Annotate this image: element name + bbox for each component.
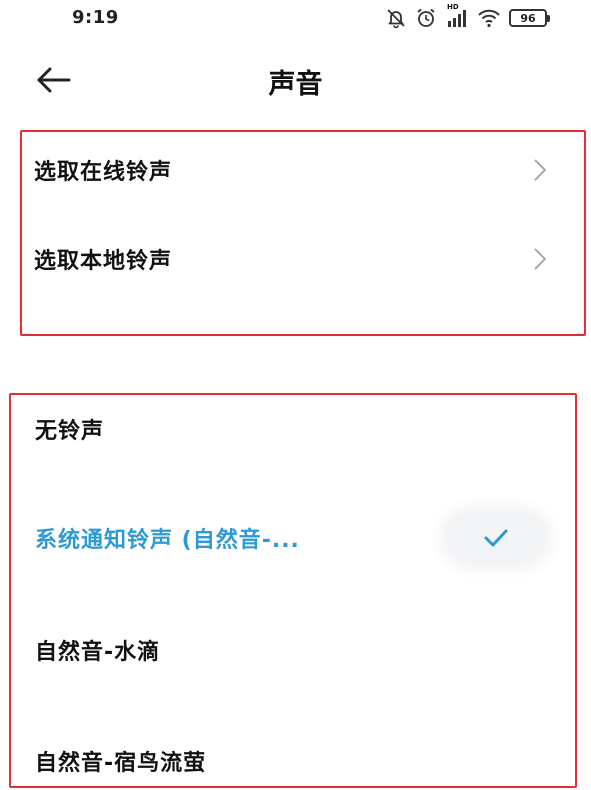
ringtone-item-water-drop[interactable]: 自然音-水滴 (11, 620, 575, 680)
chevron-right-icon (534, 248, 546, 270)
chevron-right-icon (534, 159, 546, 181)
online-ringtone-label: 选取在线铃声 (34, 160, 173, 185)
ringtone-source-section: 选取在线铃声 选取本地铃声 (20, 130, 586, 336)
ringtone-item-system-notification[interactable]: 系统通知铃声 (自然音-... (11, 508, 575, 568)
ringtone-label: 系统通知铃声 (自然音-... (35, 528, 300, 553)
alarm-icon (415, 7, 437, 29)
ringtone-label: 自然音-宿鸟流萤 (35, 751, 207, 776)
local-ringtone-item[interactable]: 选取本地铃声 (22, 229, 584, 289)
ringtone-label: 自然音-水滴 (35, 640, 161, 665)
battery-icon: 96 (509, 9, 550, 27)
status-bar: 9:19 HD 96 (0, 0, 591, 40)
ringtone-item-fireflies[interactable]: 自然音-宿鸟流萤 (11, 731, 575, 790)
signal-icon: HD (445, 3, 469, 29)
local-ringtone-label: 选取本地铃声 (34, 249, 173, 274)
ringtone-label: 无铃声 (35, 419, 105, 444)
app-header: 声音 (0, 52, 591, 108)
sound-settings-screen: 9:19 HD 96 声音 选取在线铃声 选取本地铃声 无铃声 系统通知铃声 (… (0, 0, 591, 790)
ringtone-item-none[interactable]: 无铃声 (11, 399, 575, 459)
ringtone-list: 无铃声 系统通知铃声 (自然音-... 自然音-水滴 自然音-宿鸟流萤 (9, 393, 577, 788)
page-title: 声音 (268, 69, 323, 100)
status-time: 9:19 (72, 7, 119, 28)
online-ringtone-item[interactable]: 选取在线铃声 (22, 140, 584, 200)
status-icons: HD 96 (385, 3, 550, 29)
battery-level: 96 (520, 11, 536, 25)
bell-off-icon (385, 7, 407, 29)
wifi-icon (477, 7, 501, 29)
